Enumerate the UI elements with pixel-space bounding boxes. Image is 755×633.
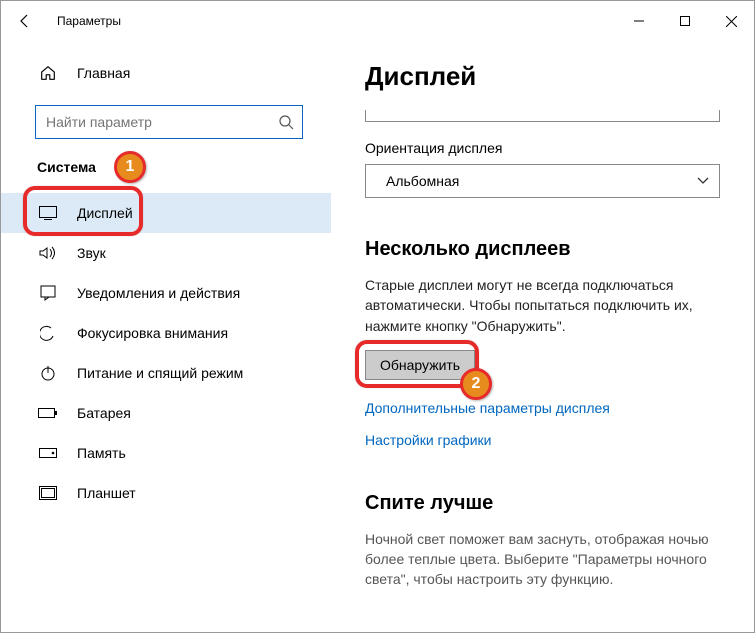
maximize-button[interactable]	[662, 1, 708, 41]
minimize-button[interactable]	[616, 1, 662, 41]
sidebar-item-display[interactable]: Дисплей	[1, 193, 331, 233]
sidebar-item-battery[interactable]: Батарея	[1, 393, 331, 433]
graphics-settings-link[interactable]: Настройки графики	[365, 432, 720, 448]
sidebar-item-focus[interactable]: Фокусировка внимания	[1, 313, 331, 353]
sleep-better-text: Ночной свет поможет вам заснуть, отображ…	[365, 529, 720, 590]
orientation-value: Альбомная	[386, 173, 459, 189]
search-box[interactable]	[35, 105, 303, 139]
multiple-displays-text: Старые дисплеи могут не всегда подключат…	[365, 275, 720, 336]
power-icon	[37, 362, 59, 384]
sidebar-item-sound[interactable]: Звук	[1, 233, 331, 273]
main-panel: Дисплей Ориентация дисплея Альбомная Нес…	[331, 41, 754, 632]
window-controls	[616, 1, 754, 41]
chevron-down-icon	[697, 177, 709, 185]
search-input[interactable]	[46, 114, 278, 130]
titlebar: Параметры	[1, 1, 754, 41]
sidebar-item-label: Звук	[77, 245, 106, 261]
sound-icon	[37, 242, 59, 264]
close-button[interactable]	[708, 1, 754, 41]
detect-button[interactable]: Обнаружить	[365, 350, 475, 380]
sidebar: Главная Система Дисплей 1 Звук Уведомлен…	[1, 41, 331, 632]
page-title: Дисплей	[365, 61, 720, 92]
sidebar-item-label: Уведомления и действия	[77, 285, 240, 301]
home-label: Главная	[77, 65, 130, 81]
home-link[interactable]: Главная	[1, 53, 331, 93]
orientation-label: Ориентация дисплея	[365, 140, 720, 156]
advanced-display-link[interactable]: Дополнительные параметры дисплея	[365, 400, 720, 416]
truncated-box	[365, 110, 720, 122]
sidebar-item-label: Батарея	[77, 405, 131, 421]
sleep-better-heading: Спите лучше	[365, 492, 720, 515]
orientation-dropdown[interactable]: Альбомная	[365, 164, 720, 198]
focus-icon	[37, 322, 59, 344]
sidebar-item-label: Фокусировка внимания	[77, 325, 228, 341]
notifications-icon	[37, 282, 59, 304]
display-icon	[37, 202, 59, 224]
sidebar-item-notifications[interactable]: Уведомления и действия	[1, 273, 331, 313]
sidebar-group-label: Система	[1, 159, 331, 175]
battery-icon	[37, 402, 59, 424]
search-icon	[278, 114, 294, 130]
sidebar-item-label: Планшет	[77, 485, 136, 501]
sidebar-item-tablet[interactable]: Планшет	[1, 473, 331, 513]
sidebar-item-storage[interactable]: Память	[1, 433, 331, 473]
sidebar-item-label: Питание и спящий режим	[77, 365, 243, 381]
home-icon	[37, 62, 59, 84]
tablet-icon	[37, 482, 59, 504]
sidebar-item-power[interactable]: Питание и спящий режим	[1, 353, 331, 393]
storage-icon	[37, 442, 59, 464]
window-title: Параметры	[57, 14, 121, 28]
sidebar-item-label: Дисплей	[77, 205, 133, 221]
back-button[interactable]	[17, 13, 41, 29]
sidebar-item-label: Память	[77, 445, 126, 461]
multiple-displays-heading: Несколько дисплеев	[365, 238, 720, 261]
